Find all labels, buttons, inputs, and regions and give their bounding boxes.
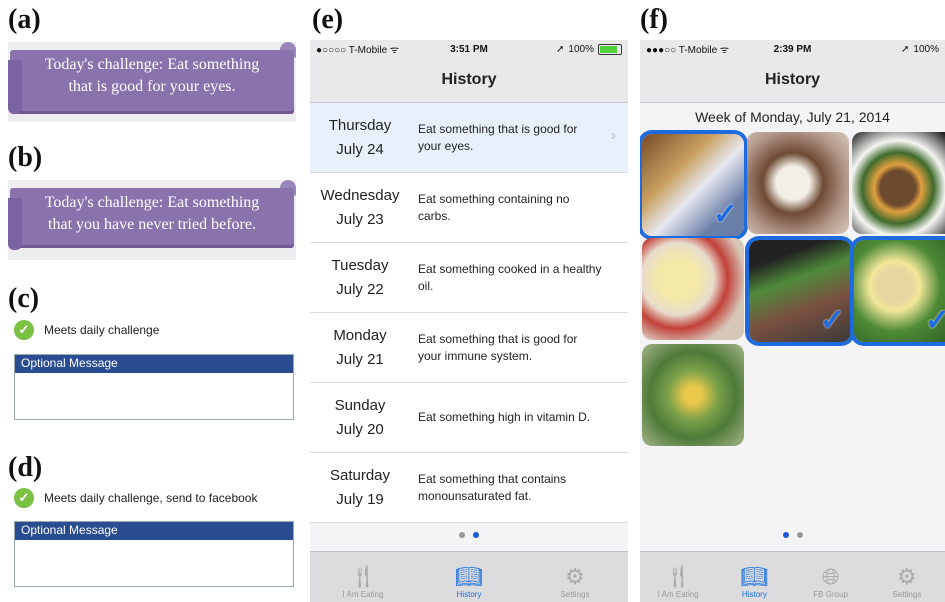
checkmark-icon: ✓ bbox=[819, 304, 845, 337]
meal-photo[interactable] bbox=[747, 132, 849, 234]
fork-knife-icon: 🍴︎ bbox=[664, 564, 693, 589]
banner-line: that is good for your eyes. bbox=[68, 78, 236, 95]
challenge-banner-a: Today's challenge: Eat something that is… bbox=[10, 50, 294, 114]
tab-label: Settings bbox=[892, 590, 922, 599]
tab-bar: 🍴︎ I Am Eating 📖︎ History ⚙ Settings bbox=[310, 551, 628, 602]
tab-label: I Am Eating bbox=[342, 590, 384, 599]
check-label: Meets daily challenge, send to facebook bbox=[44, 491, 258, 505]
panel-label-a: (a) bbox=[8, 4, 41, 35]
gear-icon: ⚙ bbox=[897, 564, 917, 589]
checkmark-icon: ✓ bbox=[924, 304, 945, 337]
history-row[interactable]: Thursday July 24 Eat something that is go… bbox=[310, 103, 628, 173]
challenge-banner-b: Today's challenge: Eat something that yo… bbox=[10, 188, 294, 248]
row-description: Eat something that is good for your immu… bbox=[418, 331, 578, 363]
checkmark-icon: ✓ bbox=[712, 198, 738, 231]
globe-icon: 🌐︎ bbox=[821, 564, 840, 589]
history-row[interactable]: Saturday July 19 Eat something that conta… bbox=[310, 453, 628, 523]
row-date: July 21 bbox=[336, 350, 384, 368]
nav-title: History bbox=[640, 58, 945, 103]
row-description: Eat something cooked in a healthy oil. bbox=[418, 261, 602, 293]
phone-history-grid: ●●●○○ T-Mobile ᯤ 2:39 PM ➚ 100% History … bbox=[640, 40, 945, 602]
battery-icon bbox=[598, 43, 622, 55]
week-header: Week of Monday, July 21, 2014 bbox=[695, 109, 890, 125]
row-date: July 23 bbox=[336, 210, 384, 228]
book-icon: 📖︎ bbox=[455, 564, 483, 589]
meal-photo[interactable]: ✓ bbox=[642, 134, 744, 236]
page-indicator[interactable] bbox=[640, 532, 945, 538]
meal-photo[interactable]: ✓ bbox=[854, 240, 945, 342]
scroll-curl bbox=[8, 60, 22, 114]
clock: 2:39 PM bbox=[773, 43, 812, 55]
optional-message-field-d[interactable]: Optional Message bbox=[14, 521, 294, 587]
history-row[interactable]: Monday July 21 Eat something that is good… bbox=[310, 313, 628, 383]
tab-i-am-eating[interactable]: 🍴︎ I Am Eating bbox=[640, 552, 716, 602]
checkmark-icon: ✓ bbox=[14, 488, 34, 508]
banner-line: Today's challenge: Eat something bbox=[44, 56, 260, 73]
meal-photo[interactable] bbox=[642, 238, 744, 340]
challenge-check-c[interactable]: ✓ Meets daily challenge bbox=[14, 320, 159, 340]
row-description: Eat something that contains monounsatura… bbox=[418, 471, 567, 503]
row-date: July 20 bbox=[336, 420, 384, 438]
panel-label-b: (b) bbox=[8, 142, 43, 173]
tab-settings[interactable]: ⚙ Settings bbox=[522, 552, 628, 602]
status-bar: ●●●○○ T-Mobile ᯤ 2:39 PM ➚ 100% bbox=[640, 40, 945, 58]
banner-line: Today's challenge: Eat something bbox=[44, 194, 260, 211]
meal-photo[interactable] bbox=[642, 344, 744, 446]
page-indicator[interactable] bbox=[310, 532, 628, 538]
row-description: Eat something containing no carbs. bbox=[418, 191, 570, 223]
status-bar: ●○○○○ T-Mobile ᯤ 3:51 PM ➚ 100% bbox=[310, 40, 628, 58]
row-description: Eat something that is good for your eyes… bbox=[418, 121, 578, 153]
optional-message-field-c[interactable]: Optional Message bbox=[14, 354, 294, 420]
challenge-check-d[interactable]: ✓ Meets daily challenge, send to faceboo… bbox=[14, 488, 257, 508]
tab-bar: 🍴︎ I Am Eating 📖︎ History 🌐︎ FB Group ⚙ … bbox=[640, 551, 945, 602]
book-icon: 📖︎ bbox=[740, 564, 769, 589]
tab-i-am-eating[interactable]: 🍴︎ I Am Eating bbox=[310, 552, 416, 602]
tab-label: I Am Eating bbox=[657, 590, 699, 599]
tab-fb-group[interactable]: 🌐︎ FB Group bbox=[793, 552, 869, 602]
message-box-header: Optional Message bbox=[15, 522, 293, 540]
tab-label: History bbox=[741, 590, 767, 599]
checkmark-icon: ✓ bbox=[14, 320, 34, 340]
meal-photo[interactable]: ✓ bbox=[749, 240, 851, 342]
row-day: Saturday bbox=[329, 466, 391, 484]
scroll-curl bbox=[8, 198, 22, 250]
message-box-header: Optional Message bbox=[15, 355, 293, 373]
tab-history[interactable]: 📖︎ History bbox=[416, 552, 522, 602]
history-row[interactable]: Wednesday July 23 Eat something containin… bbox=[310, 173, 628, 243]
gear-icon: ⚙ bbox=[565, 564, 585, 589]
history-row[interactable]: Tuesday July 22 Eat something cooked in a… bbox=[310, 243, 628, 313]
row-date: July 24 bbox=[336, 140, 384, 158]
chevron-right-icon: › bbox=[610, 127, 616, 144]
meal-photo[interactable] bbox=[852, 132, 945, 234]
panel-label-d: (d) bbox=[8, 452, 43, 483]
row-day: Wednesday bbox=[320, 186, 400, 204]
page-dot bbox=[459, 532, 465, 538]
panel-label-c: (c) bbox=[8, 283, 40, 314]
row-date: July 22 bbox=[336, 280, 384, 298]
clock: 3:51 PM bbox=[450, 43, 488, 55]
tab-label: FB Group bbox=[813, 590, 848, 599]
phone-history-list: ●○○○○ T-Mobile ᯤ 3:51 PM ➚ 100% History … bbox=[310, 40, 628, 602]
tab-settings[interactable]: ⚙ Settings bbox=[869, 552, 945, 602]
row-description: Eat something high in vitamin D. bbox=[418, 410, 591, 424]
panel-label-f: (f) bbox=[640, 4, 668, 35]
panel-label-e: (e) bbox=[312, 4, 344, 35]
row-day: Monday bbox=[333, 326, 387, 344]
page-dot bbox=[796, 532, 803, 538]
tab-history[interactable]: 📖︎ History bbox=[716, 552, 792, 602]
check-label: Meets daily challenge bbox=[44, 323, 160, 337]
page-dot-active bbox=[473, 532, 479, 538]
row-day: Tuesday bbox=[331, 256, 389, 274]
row-date: July 19 bbox=[336, 490, 384, 508]
row-day: Thursday bbox=[328, 116, 392, 134]
row-day: Sunday bbox=[334, 396, 386, 414]
nav-title: History bbox=[310, 58, 628, 103]
fork-knife-icon: 🍴︎ bbox=[349, 564, 377, 589]
page-dot-active bbox=[782, 532, 789, 538]
history-row[interactable]: Sunday July 20 Eat something high in vita… bbox=[310, 383, 628, 453]
banner-line: that you have never tried before. bbox=[48, 216, 256, 233]
tab-label: Settings bbox=[560, 590, 590, 599]
tab-label: History bbox=[456, 590, 482, 599]
